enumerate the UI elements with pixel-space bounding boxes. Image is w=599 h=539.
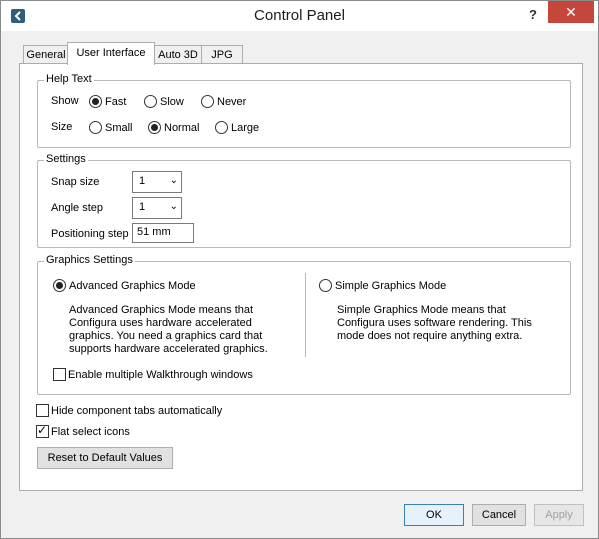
advanced-desc-line: Configura uses hardware accelerated xyxy=(69,317,252,329)
walkthrough-label: Enable multiple Walkthrough windows xyxy=(68,369,253,381)
size-normal-label: Normal xyxy=(164,122,200,134)
positioning-step-value: 51 mm xyxy=(137,226,171,238)
show-slow-radio[interactable] xyxy=(144,95,157,108)
walkthrough-checkbox[interactable] xyxy=(53,368,66,381)
help-text-group: Help Text xyxy=(37,73,571,148)
reset-defaults-button[interactable]: Reset to Default Values xyxy=(37,447,173,469)
graphics-settings-group-title: Graphics Settings xyxy=(44,254,135,266)
simple-desc-line: Simple Graphics Mode means that xyxy=(337,304,506,316)
positioning-step-field[interactable]: 51 mm xyxy=(132,223,194,243)
show-label: Show xyxy=(51,95,79,107)
hide-component-tabs-checkbox[interactable] xyxy=(36,404,49,417)
chevron-down-icon: ⌄ xyxy=(169,201,178,212)
advanced-desc-line: supports hardware accelerated graphics. xyxy=(69,343,268,355)
size-small-label: Small xyxy=(105,122,133,134)
tab-jpg[interactable]: JPG xyxy=(201,45,243,64)
snap-size-label: Snap size xyxy=(51,176,100,188)
window-title: Control Panel xyxy=(254,7,345,24)
advanced-desc-line: graphics. You need a graphics card that xyxy=(69,330,263,342)
close-button[interactable]: ✕ xyxy=(548,1,594,23)
apply-button[interactable]: Apply xyxy=(534,504,584,526)
simple-desc-line: mode does not require anything extra. xyxy=(337,330,523,342)
angle-step-select[interactable]: 1 ⌄ xyxy=(132,197,182,219)
angle-step-value: 1 xyxy=(139,201,146,213)
size-normal-radio[interactable] xyxy=(148,121,161,134)
simple-graphics-radio[interactable] xyxy=(319,279,332,292)
tab-auto-3d[interactable]: Auto 3D xyxy=(153,45,203,64)
advanced-graphics-label: Advanced Graphics Mode xyxy=(69,280,196,292)
divider xyxy=(305,273,306,357)
help-text-group-title: Help Text xyxy=(44,73,94,85)
advanced-desc-line: Advanced Graphics Mode means that xyxy=(69,304,254,316)
advanced-graphics-radio[interactable] xyxy=(53,279,66,292)
size-label: Size xyxy=(51,121,73,133)
flat-select-icons-label: Flat select icons xyxy=(51,426,130,438)
size-large-radio[interactable] xyxy=(215,121,228,134)
ok-button[interactable]: OK xyxy=(404,504,464,526)
tab-user-interface[interactable]: User Interface xyxy=(67,42,155,65)
title-bar: Control Panel ? ✕ xyxy=(1,1,598,31)
show-fast-label: Fast xyxy=(105,96,127,108)
chevron-down-icon: ⌄ xyxy=(169,175,178,186)
size-small-radio[interactable] xyxy=(89,121,102,134)
cancel-button[interactable]: Cancel xyxy=(472,504,526,526)
advanced-graphics-description: Advanced Graphics Mode means that Config… xyxy=(69,304,268,356)
show-slow-label: Slow xyxy=(160,96,184,108)
simple-graphics-label: Simple Graphics Mode xyxy=(335,280,447,292)
simple-desc-line: Configura uses software rendering. This xyxy=(337,317,532,329)
flat-select-icons-checkbox[interactable]: ✓ xyxy=(36,423,49,438)
show-fast-radio[interactable] xyxy=(89,95,102,108)
show-never-label: Never xyxy=(217,96,247,108)
settings-group-title: Settings xyxy=(44,153,88,165)
help-button[interactable]: ? xyxy=(523,5,543,25)
angle-step-label: Angle step xyxy=(51,202,103,214)
hide-component-tabs-label: Hide component tabs automatically xyxy=(51,405,223,417)
positioning-step-label: Positioning step xyxy=(51,228,129,240)
show-never-radio[interactable] xyxy=(201,95,214,108)
tab-general[interactable]: General xyxy=(23,45,69,64)
snap-size-value: 1 xyxy=(139,175,146,187)
control-panel-window: Control Panel ? ✕ General User Interface… xyxy=(0,0,599,539)
checkmark-icon: ✓ xyxy=(37,423,48,437)
snap-size-select[interactable]: 1 ⌄ xyxy=(132,171,182,193)
size-large-label: Large xyxy=(231,122,260,134)
simple-graphics-description: Simple Graphics Mode means that Configur… xyxy=(337,304,532,343)
